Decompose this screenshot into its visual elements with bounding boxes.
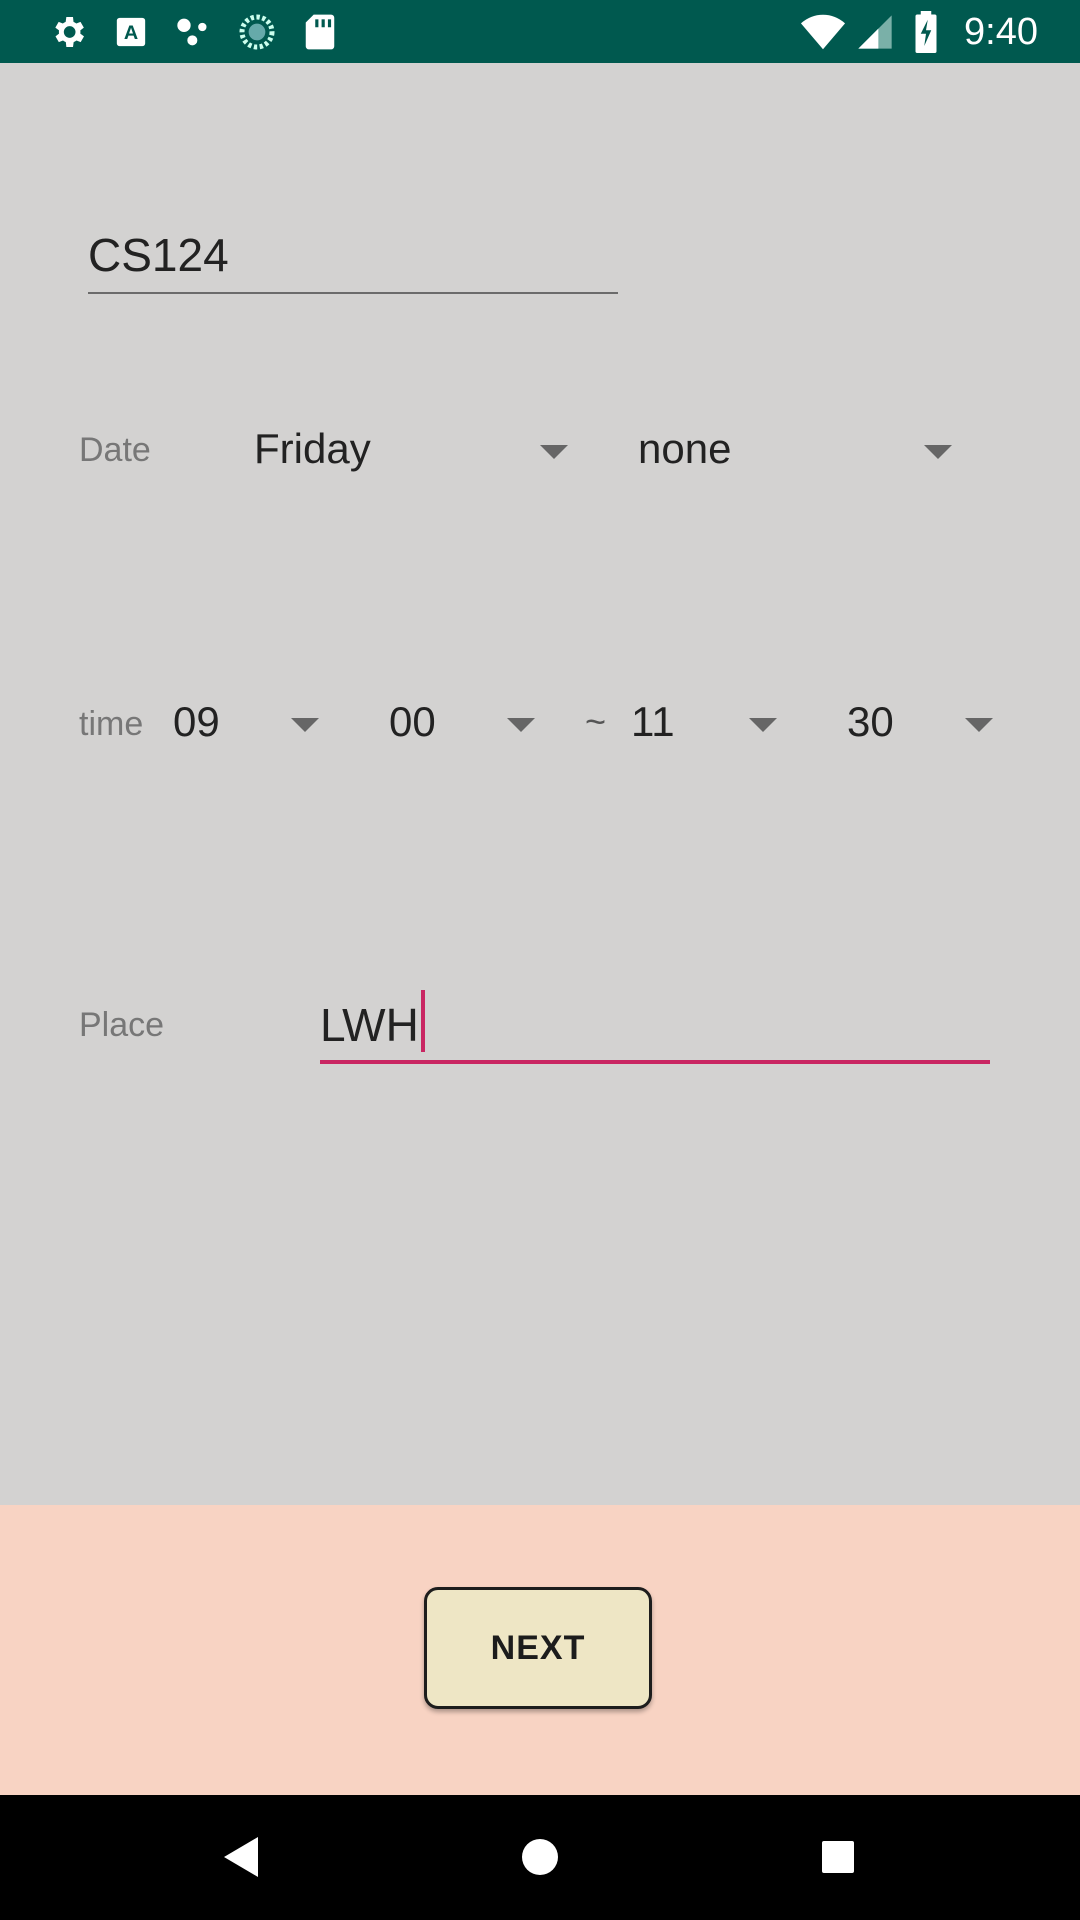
date-extra-spinner[interactable]: none [638, 419, 952, 479]
next-button[interactable]: NEXT [424, 1587, 652, 1709]
clock: 9:40 [964, 11, 1038, 53]
gear-icon [45, 9, 91, 55]
chevron-down-icon [507, 718, 535, 732]
chevron-down-icon [924, 445, 952, 459]
start-hour-value: 09 [173, 698, 220, 745]
dots-icon [171, 9, 217, 55]
end-minute-value: 30 [847, 698, 894, 745]
course-input[interactable]: CS124 [88, 210, 618, 294]
time-label: time [79, 705, 144, 743]
day-value: Friday [254, 425, 371, 472]
status-bar: A 9:40 [0, 0, 1080, 63]
svg-text:A: A [124, 22, 138, 44]
signal-icon [852, 9, 898, 55]
course-value: CS124 [88, 229, 229, 281]
end-hour-value: 11 [631, 698, 675, 745]
sd-card-icon [297, 9, 343, 55]
place-input[interactable]: LWH [320, 985, 990, 1064]
place-label: Place [79, 1006, 165, 1044]
bottom-action-area: NEXT [0, 1505, 1080, 1795]
chevron-down-icon [749, 718, 777, 732]
start-minute-spinner[interactable]: 00 [389, 692, 535, 752]
form-area: CS124 Date Friday none time 09 00 ~ 11 3… [0, 63, 1080, 1505]
start-hour-spinner[interactable]: 09 [173, 692, 319, 752]
start-minute-value: 00 [389, 698, 436, 745]
chevron-down-icon [540, 445, 568, 459]
date-extra-value: none [638, 425, 732, 472]
home-icon[interactable] [510, 1827, 570, 1887]
date-label: Date [79, 431, 151, 469]
wifi-icon [800, 9, 846, 55]
time-separator: ~ [585, 701, 607, 742]
back-icon[interactable] [212, 1827, 272, 1887]
end-minute-spinner[interactable]: 30 [847, 692, 993, 752]
battery-icon [903, 9, 949, 55]
chevron-down-icon [965, 718, 993, 732]
end-hour-spinner[interactable]: 11 [631, 692, 777, 752]
navigation-bar [0, 1795, 1080, 1920]
day-spinner[interactable]: Friday [254, 419, 568, 479]
recents-icon[interactable] [808, 1827, 868, 1887]
sync-icon [234, 9, 280, 55]
chevron-down-icon [291, 718, 319, 732]
text-a-icon: A [108, 9, 154, 55]
place-value: LWH [320, 999, 419, 1051]
text-cursor [420, 990, 425, 1052]
